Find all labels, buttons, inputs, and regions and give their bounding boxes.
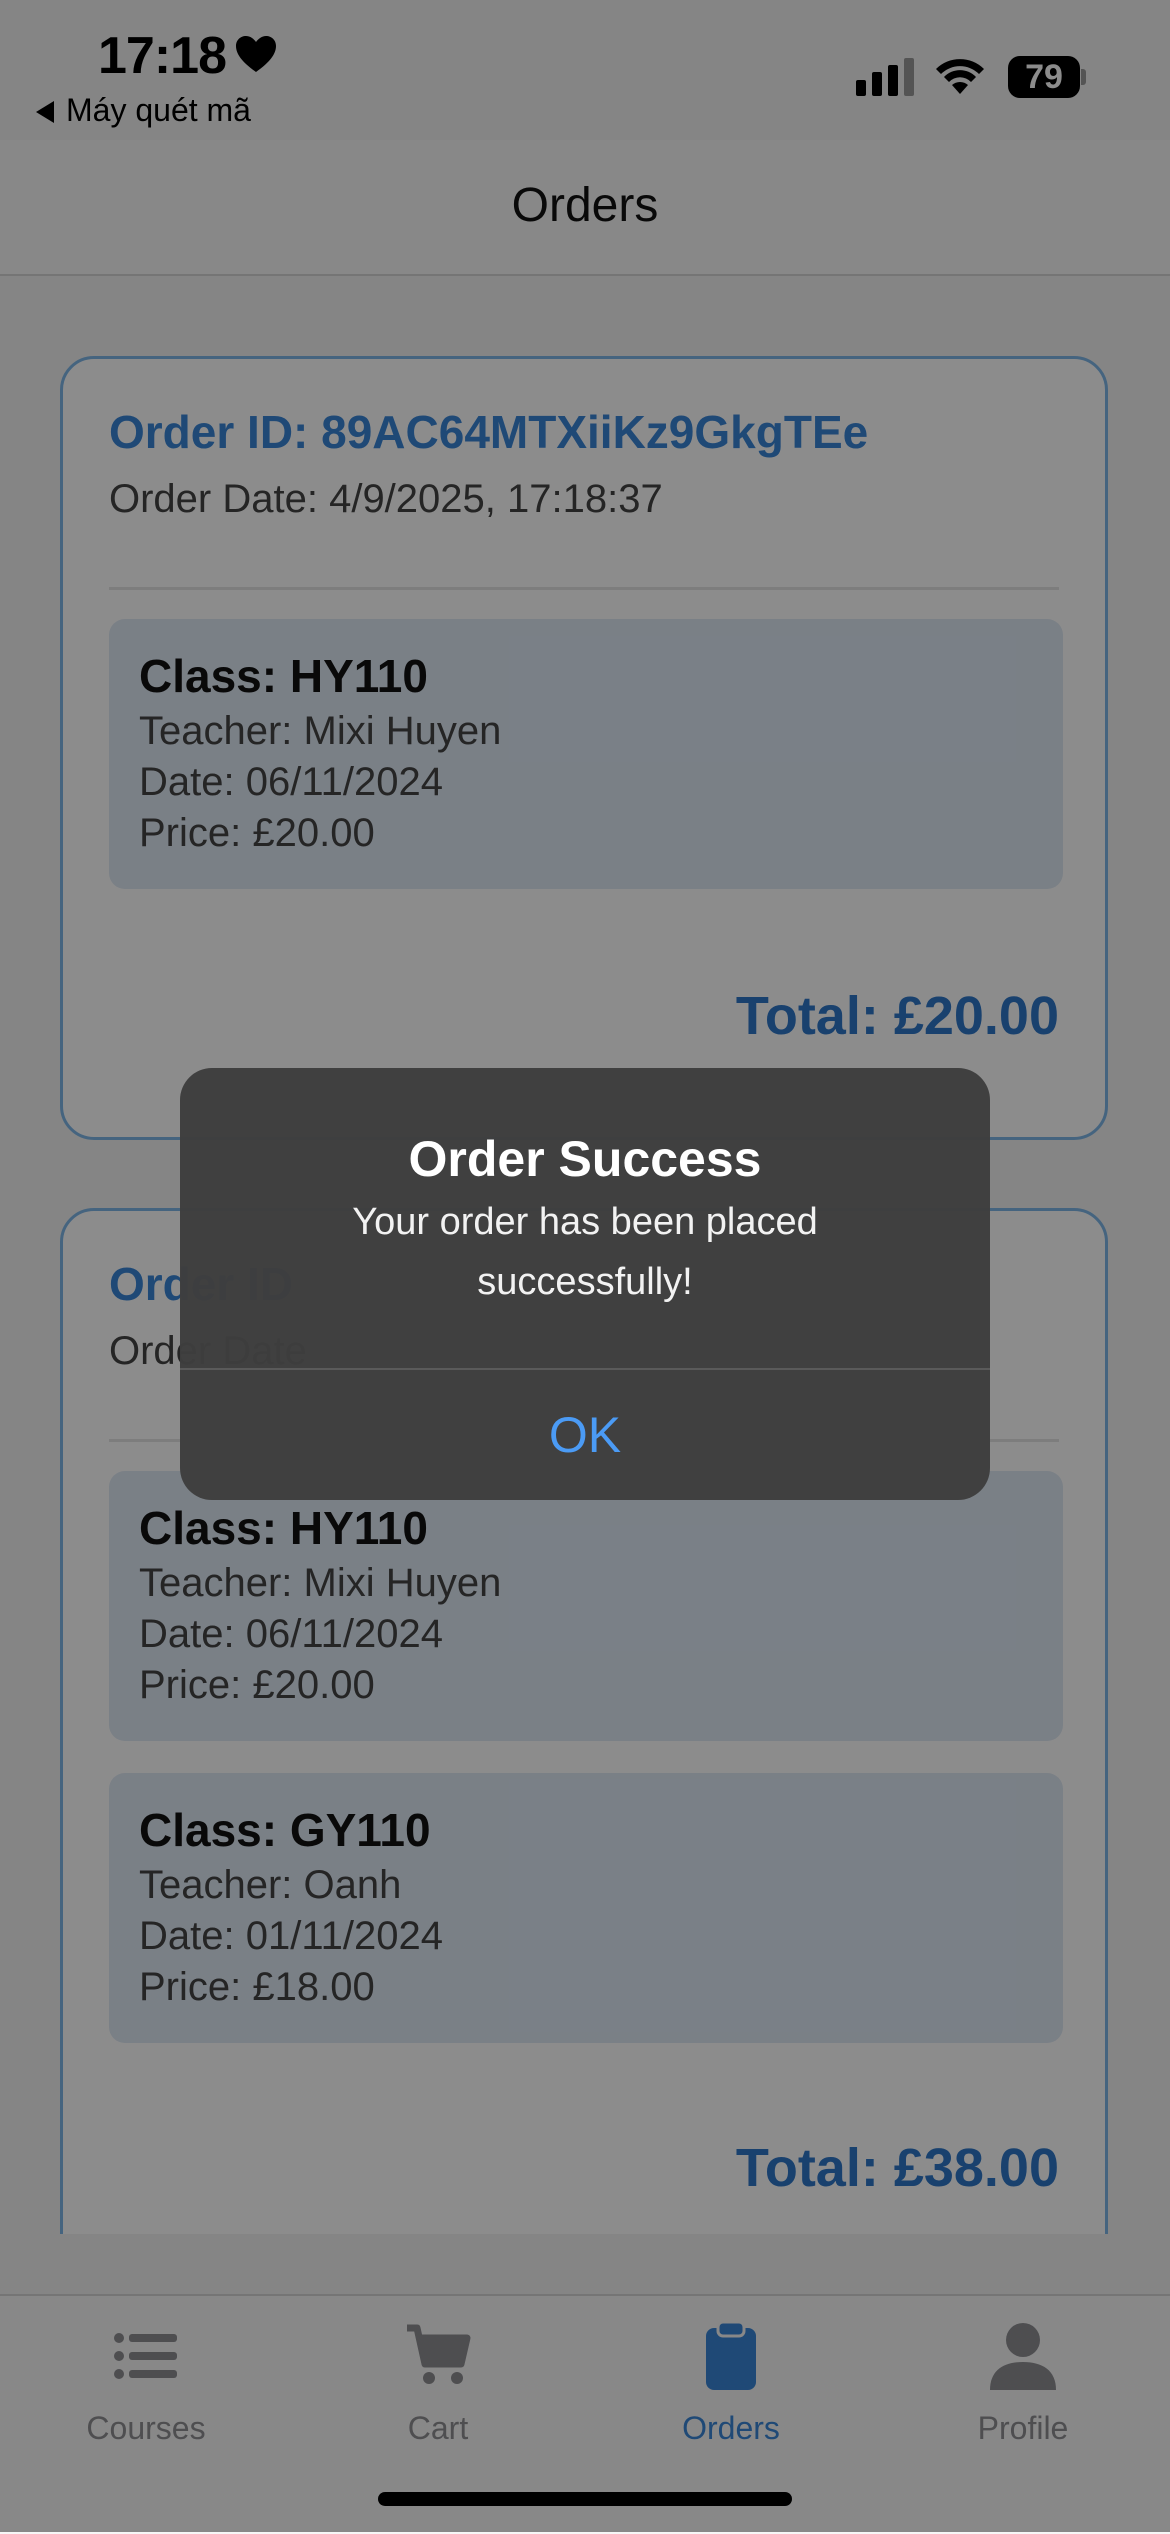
ok-button[interactable]: OK <box>180 1370 990 1500</box>
alert-title: Order Success <box>408 1131 762 1187</box>
order-success-alert: Order Success Your order has been placed… <box>180 1068 990 1500</box>
alert-message: Your order has been placed successfully! <box>352 1201 818 1303</box>
